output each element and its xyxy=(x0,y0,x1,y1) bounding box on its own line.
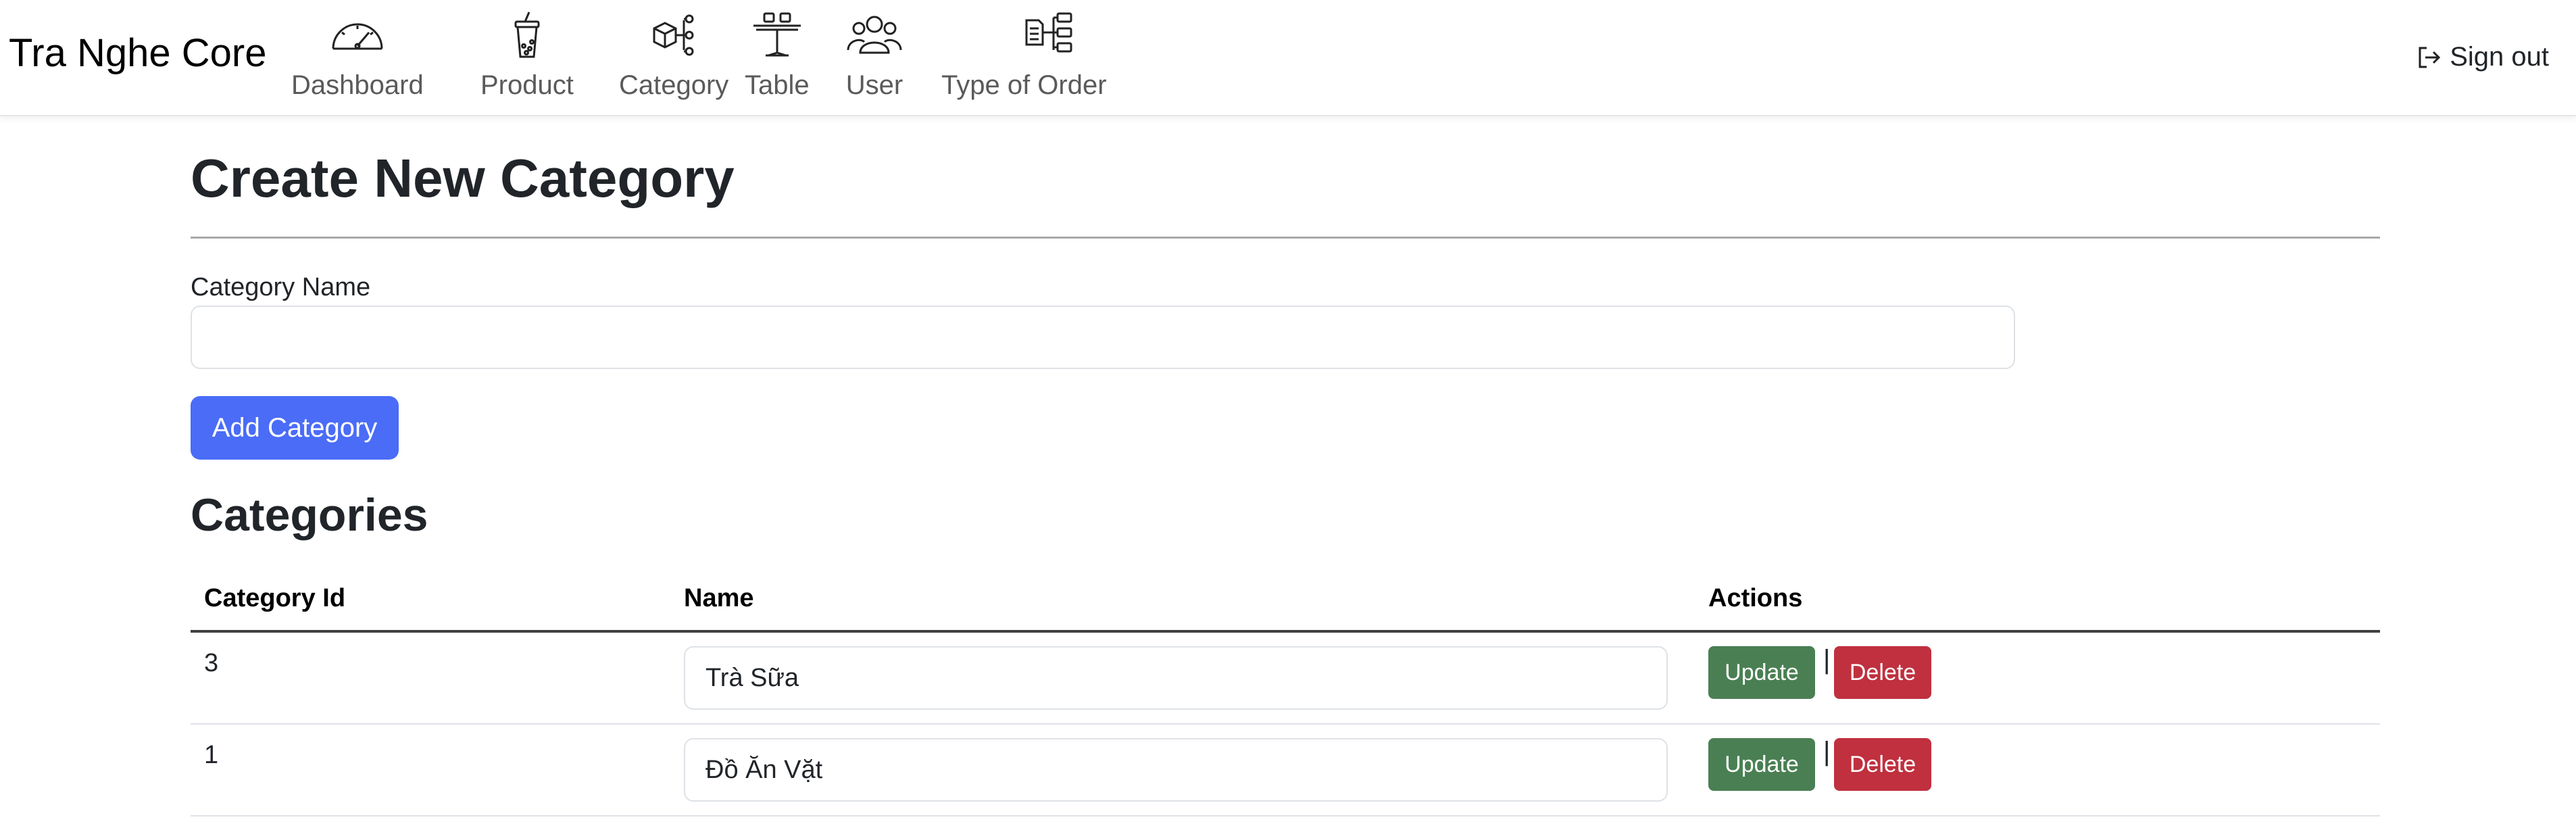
table-row: 3 Update | Delete xyxy=(191,633,2380,725)
categories-table: Category Id Name Actions 3 Update | Dele… xyxy=(191,569,2380,817)
categories-heading: Categories xyxy=(191,489,428,541)
brand-logo-text[interactable]: Tra Nghe Core xyxy=(9,34,266,73)
column-header-name: Name xyxy=(684,584,754,612)
nav-item-dashboard[interactable]: Dashboard xyxy=(291,11,424,105)
nav-item-product[interactable]: Product xyxy=(480,11,574,105)
nav-label-product: Product xyxy=(480,70,574,100)
nav-item-user[interactable]: User xyxy=(845,11,903,105)
add-category-button[interactable]: Add Category xyxy=(191,396,399,460)
nav-item-category[interactable]: Category xyxy=(619,11,728,105)
order-diagram-icon xyxy=(1025,12,1072,53)
update-button[interactable]: Update xyxy=(1708,646,1815,699)
sign-out-link[interactable]: Sign out xyxy=(2416,42,2549,72)
table-header: Category Id Name Actions xyxy=(191,569,2380,633)
table-row: 1 Update | Delete xyxy=(191,725,2380,817)
divider xyxy=(191,237,2380,239)
nav-label-dashboard: Dashboard xyxy=(291,70,424,100)
delete-button[interactable]: Delete xyxy=(1834,738,1931,791)
nav-item-type-of-order[interactable]: Type of Order xyxy=(941,11,1107,105)
box-network-icon xyxy=(653,14,694,56)
users-icon xyxy=(847,16,902,54)
nav-label-category: Category xyxy=(619,70,729,100)
category-name-edit-input[interactable] xyxy=(684,738,1668,802)
action-separator: | xyxy=(1823,645,1831,675)
category-name-edit-input[interactable] xyxy=(684,646,1668,710)
column-header-category-id: Category Id xyxy=(204,584,346,612)
bubble-tea-icon xyxy=(514,11,540,58)
category-name-input[interactable] xyxy=(191,306,2015,369)
update-button[interactable]: Update xyxy=(1708,738,1815,791)
nav-label-type-of-order: Type of Order xyxy=(941,70,1107,100)
sign-out-icon xyxy=(2419,47,2441,68)
category-name-label: Category Name xyxy=(191,273,371,301)
nav-label-user: User xyxy=(845,70,903,100)
sign-out-label: Sign out xyxy=(2450,42,2549,72)
column-header-actions: Actions xyxy=(1708,584,1803,612)
page-title: Create New Category xyxy=(191,148,735,208)
gauge-icon xyxy=(332,23,383,50)
nav-item-table[interactable]: Table xyxy=(745,11,810,105)
action-separator: | xyxy=(1823,737,1831,766)
top-navbar: Tra Nghe Core Dashboard Product Category… xyxy=(0,0,2576,116)
table-icon xyxy=(753,12,801,57)
category-id-cell: 1 xyxy=(204,741,219,769)
category-id-cell: 3 xyxy=(204,649,219,677)
nav-label-table: Table xyxy=(745,70,810,100)
delete-button[interactable]: Delete xyxy=(1834,646,1931,699)
